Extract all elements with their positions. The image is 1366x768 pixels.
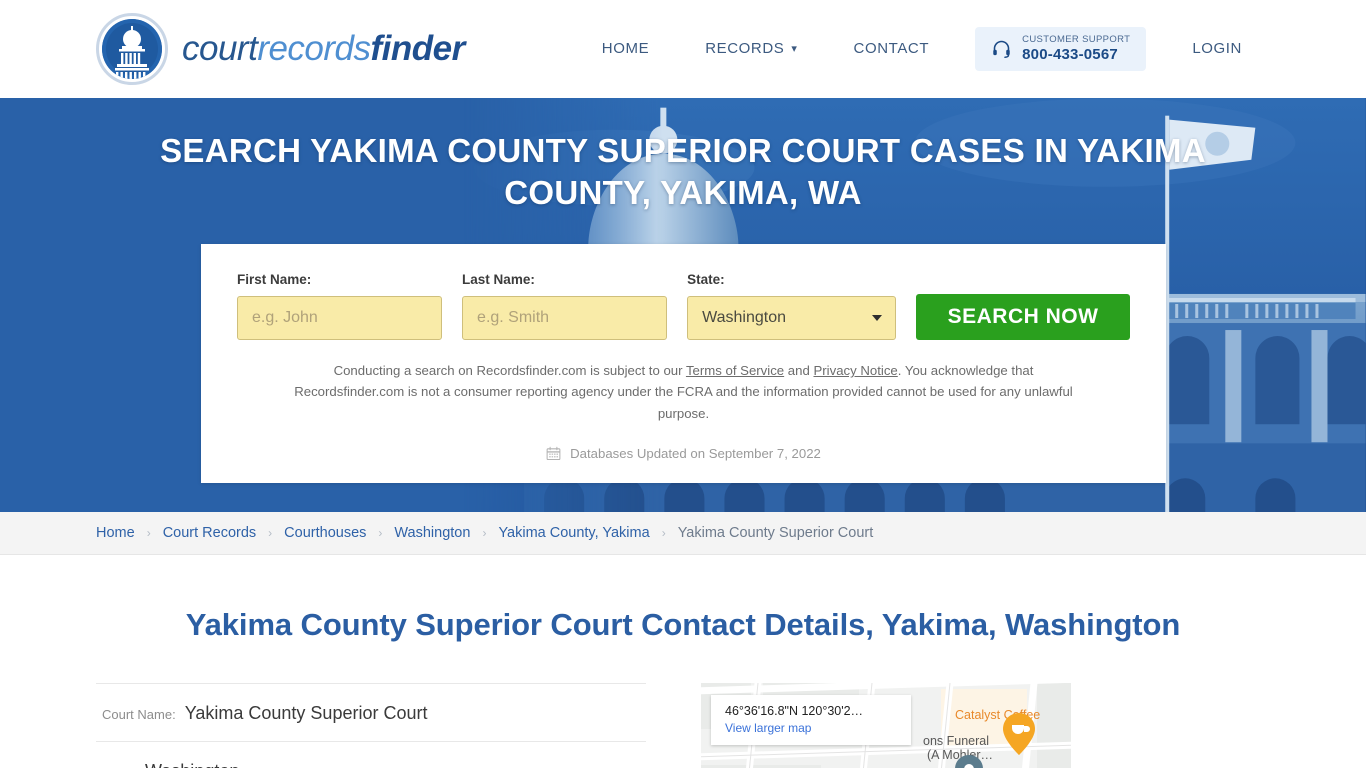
hero-title: SEARCH YAKIMA COUNTY SUPERIOR COURT CASE… [160, 132, 1206, 211]
databases-updated-text: Databases Updated on September 7, 2022 [570, 446, 821, 462]
map-info-card: 46°36'16.8"N 120°30'2… View larger map [711, 695, 911, 745]
site-header: courtrecordsfinder HOME RECORDS ▾ CONTACT… [0, 0, 1366, 98]
search-form-card: First Name: Last Name: State: Washington… [201, 244, 1166, 484]
court-details-list: Court Name: Yakima County Superior Court… [96, 683, 646, 768]
breadcrumb-yakima-county[interactable]: Yakima County, Yakima [498, 525, 649, 541]
capitol-dome-seal-icon [96, 13, 168, 85]
first-name-input[interactable] [237, 296, 443, 340]
breadcrumb-home[interactable]: Home [96, 525, 135, 541]
location-map[interactable]: Catalyst Coffee ons Funeral (A Mohler… m… [701, 683, 1071, 768]
breadcrumb-current: Yakima County Superior Court [677, 525, 874, 541]
state-field-group: State: Washington [687, 272, 897, 340]
customer-support-label: CUSTOMER SUPPORT [1022, 33, 1131, 45]
svg-text:ons Funeral: ons Funeral [923, 734, 989, 748]
breadcrumb-washington[interactable]: Washington [394, 525, 470, 541]
disclaimer-text-2: and [784, 363, 814, 378]
view-larger-map-link[interactable]: View larger map [725, 721, 897, 735]
hero-banner: SEARCH YAKIMA COUNTY SUPERIOR COURT CASE… [0, 98, 1366, 512]
customer-support-box[interactable]: CUSTOMER SUPPORT 800-433-0567 [975, 26, 1147, 72]
logo-part-records: records [257, 29, 371, 68]
privacy-notice-link[interactable]: Privacy Notice [813, 363, 897, 378]
detail-state-value: Washington [145, 761, 239, 768]
main-navigation: HOME RECORDS ▾ CONTACT CUSTOMER SUPPORT 8… [574, 26, 1270, 72]
databases-updated-row: Databases Updated on September 7, 2022 [237, 446, 1130, 461]
calendar-icon [546, 446, 561, 461]
court-details-grid: Court Name: Yakima County Superior Court… [96, 683, 1270, 768]
logo-part-court: court [182, 29, 258, 68]
search-disclaimer: Conducting a search on Recordsfinder.com… [237, 360, 1130, 424]
customer-support-phone: 800-433-0567 [1022, 45, 1118, 63]
first-name-label: First Name: [237, 272, 312, 287]
logo-wordmark: courtrecordsfinder [182, 29, 465, 69]
detail-court-name-label: Court Name: [102, 707, 176, 722]
nav-item-records-label: RECORDS [705, 40, 785, 58]
breadcrumb: Home › Court Records › Courthouses › Was… [96, 525, 873, 541]
last-name-label: Last Name: [462, 272, 535, 287]
nav-item-home-label: HOME [601, 40, 650, 58]
nav-item-login[interactable]: LOGIN [1164, 30, 1270, 67]
nav-item-contact-label: CONTACT [853, 40, 930, 58]
chevron-right-icon: › [378, 526, 383, 540]
main-content: Yakima County Superior Court Contact Det… [0, 555, 1366, 768]
headset-icon [991, 38, 1012, 59]
chevron-down-icon: ▾ [791, 43, 798, 56]
breadcrumb-courthouses[interactable]: Courthouses [284, 525, 366, 541]
nav-item-records[interactable]: RECORDS ▾ [677, 30, 825, 67]
chevron-right-icon: › [146, 526, 151, 540]
breadcrumb-bar: Home › Court Records › Courthouses › Was… [0, 512, 1366, 555]
chevron-right-icon: › [482, 526, 487, 540]
detail-court-name: Court Name: Yakima County Superior Court [96, 683, 646, 741]
state-select[interactable]: Washington [687, 296, 897, 340]
last-name-field-group: Last Name: [462, 272, 668, 340]
detail-court-name-value: Yakima County Superior Court [184, 703, 428, 723]
nav-item-contact[interactable]: CONTACT [826, 30, 958, 67]
logo-part-finder: finder [370, 29, 466, 68]
chevron-right-icon: › [268, 526, 273, 540]
nav-item-home[interactable]: HOME [574, 30, 677, 67]
map-coordinates: 46°36'16.8"N 120°30'2… [725, 704, 864, 718]
nav-item-login-label: LOGIN [1192, 40, 1242, 58]
disclaimer-text-1: Conducting a search on Recordsfinder.com… [333, 363, 686, 378]
search-now-button[interactable]: SEARCH NOW [916, 294, 1130, 340]
state-select-value: Washington [702, 309, 786, 326]
terms-of-service-link[interactable]: Terms of Service [686, 363, 784, 378]
state-label: State: [687, 272, 725, 287]
first-name-field-group: First Name: [237, 272, 443, 340]
site-logo[interactable]: courtrecordsfinder [96, 13, 465, 85]
detail-state: State: Washington [96, 741, 646, 768]
breadcrumb-court-records[interactable]: Court Records [163, 525, 256, 541]
court-search-form: First Name: Last Name: State: Washington… [237, 272, 1130, 340]
page-title: Yakima County Superior Court Contact Det… [185, 607, 1181, 642]
last-name-input[interactable] [462, 296, 668, 340]
chevron-right-icon: › [661, 526, 666, 540]
